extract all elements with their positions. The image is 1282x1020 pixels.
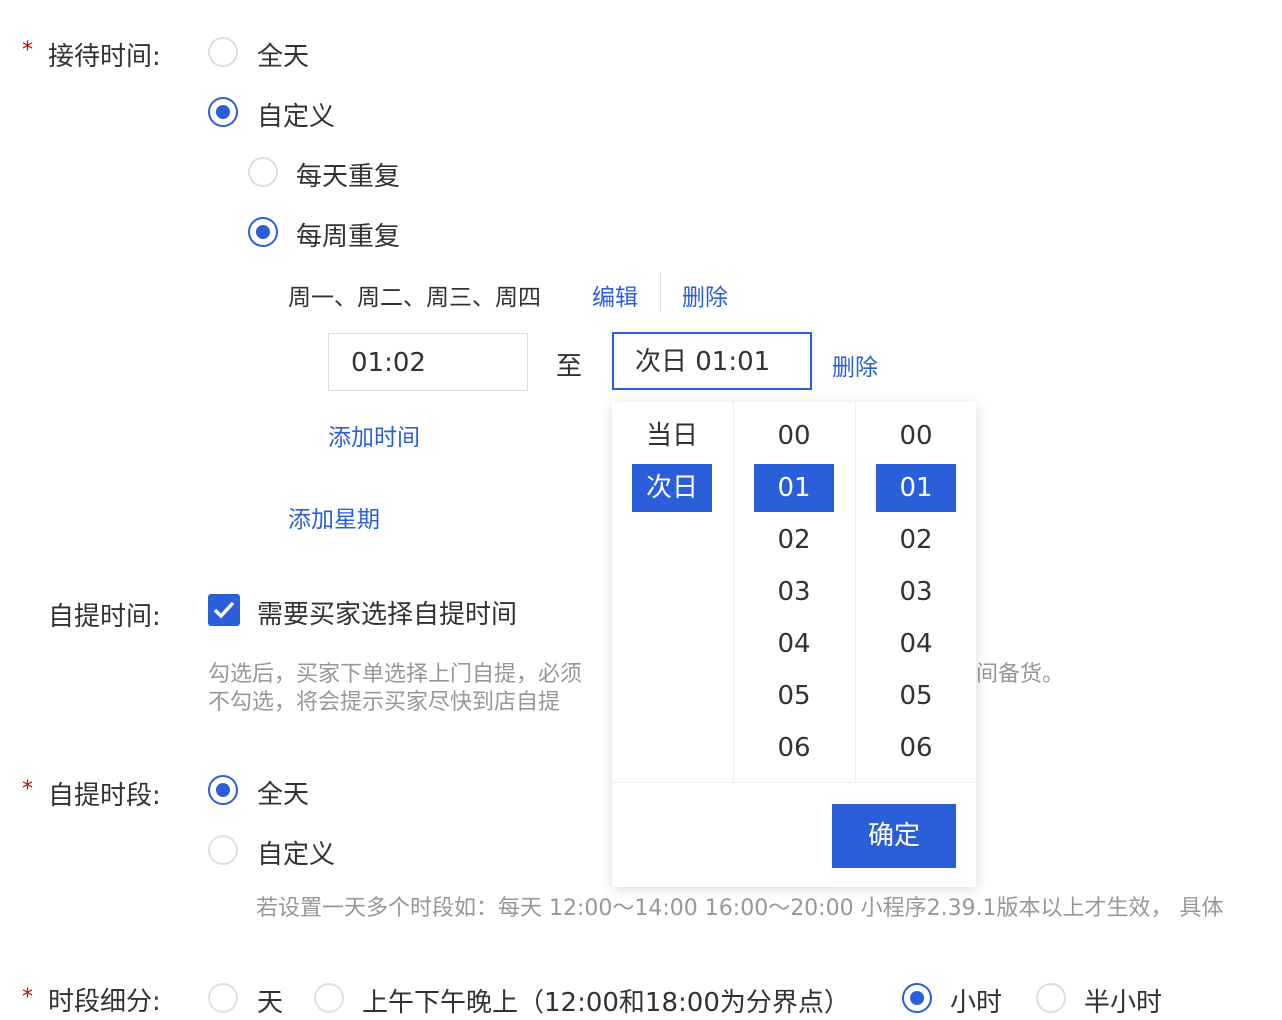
pickup-time-checkbox-label: 需要买家选择自提时间 <box>257 600 518 630</box>
pickup-hint-line1-tail: 间备货。 <box>976 662 1065 687</box>
hour-option[interactable]: 05 <box>754 672 834 720</box>
time-range-separator: 至 <box>556 352 583 382</box>
minute-column: 00 01 02 03 04 05 06 <box>856 402 976 782</box>
period-custom-label: 自定义 <box>257 840 336 870</box>
required-mark: * <box>22 985 33 1010</box>
pickup-period-label: 自提时段: <box>48 781 161 811</box>
granularity-half-hour-label: 半小时 <box>1084 988 1163 1018</box>
minute-option[interactable]: 04 <box>876 620 956 668</box>
end-time-input[interactable]: 次日 01:01 <box>612 332 812 390</box>
option-all-day-label: 全天 <box>257 42 310 72</box>
period-hint: 若设置一天多个时段如：每天 12:00～14:00 16:00～20:00 小程… <box>256 896 1224 921</box>
radio-weekly-repeat[interactable] <box>248 217 278 247</box>
radio-all-day[interactable] <box>208 37 238 67</box>
reception-time-label: 接待时间: <box>48 42 161 72</box>
day-option-next-day[interactable]: 次日 <box>632 464 712 512</box>
day-option-today[interactable]: 当日 <box>632 412 712 460</box>
divider <box>660 272 661 312</box>
pickup-time-checkbox[interactable] <box>208 594 240 626</box>
hour-option[interactable]: 02 <box>754 516 834 564</box>
hour-option[interactable]: 06 <box>754 724 834 772</box>
time-picker-dropdown: 当日 次日 00 01 02 03 04 05 06 00 01 02 03 0… <box>612 402 976 887</box>
confirm-button[interactable]: 确定 <box>832 804 956 868</box>
delete-time-link[interactable]: 删除 <box>832 348 878 382</box>
granularity-hour-label: 小时 <box>950 988 1003 1018</box>
radio-granularity-half-hour[interactable] <box>1036 983 1066 1013</box>
minute-option[interactable]: 01 <box>876 464 956 512</box>
radio-custom[interactable] <box>208 97 238 127</box>
granularity-label: 时段细分: <box>48 987 161 1017</box>
radio-granularity-day[interactable] <box>208 983 238 1013</box>
check-icon <box>213 601 235 619</box>
minute-option[interactable]: 05 <box>876 672 956 720</box>
hour-option[interactable]: 00 <box>754 412 834 460</box>
pickup-hint-line2: 不勾选，将会提示买家尽快到店自提 <box>208 690 561 715</box>
radio-daily-repeat[interactable] <box>248 157 278 187</box>
hour-option[interactable]: 04 <box>754 620 834 668</box>
minute-option[interactable]: 03 <box>876 568 956 616</box>
granularity-day-label: 天 <box>257 988 284 1018</box>
start-time-input[interactable]: 01:02 <box>328 333 528 391</box>
dropdown-divider <box>612 782 976 783</box>
delete-weekdays-link[interactable]: 删除 <box>682 278 728 312</box>
radio-granularity-ampm[interactable] <box>314 983 344 1013</box>
minute-option[interactable]: 06 <box>876 724 956 772</box>
hour-column: 00 01 02 03 04 05 06 <box>734 402 856 782</box>
pickup-time-label: 自提时间: <box>48 602 161 632</box>
minute-option[interactable]: 00 <box>876 412 956 460</box>
radio-granularity-hour[interactable] <box>902 983 932 1013</box>
granularity-ampm-label: 上午下午晚上（12:00和18:00为分界点） <box>362 988 850 1018</box>
add-weekday-link[interactable]: 添加星期 <box>288 500 380 534</box>
required-mark: * <box>22 777 33 802</box>
option-custom-label: 自定义 <box>257 102 336 132</box>
edit-weekdays-link[interactable]: 编辑 <box>592 278 638 312</box>
hour-option[interactable]: 03 <box>754 568 834 616</box>
period-all-day-label: 全天 <box>257 780 310 810</box>
option-daily-repeat-label: 每天重复 <box>296 162 401 192</box>
add-time-link[interactable]: 添加时间 <box>328 418 420 452</box>
required-mark: * <box>22 38 33 63</box>
radio-period-custom[interactable] <box>208 835 238 865</box>
minute-option[interactable]: 02 <box>876 516 956 564</box>
hour-option[interactable]: 01 <box>754 464 834 512</box>
day-column: 当日 次日 <box>612 402 734 782</box>
radio-period-all-day[interactable] <box>208 775 238 805</box>
option-weekly-repeat-label: 每周重复 <box>296 222 401 252</box>
weekday-list: 周一、周二、周三、周四 <box>288 285 541 311</box>
